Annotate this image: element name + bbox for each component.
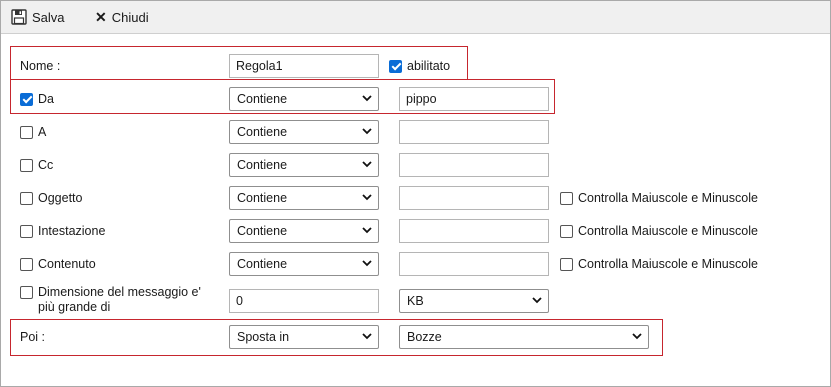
enabled-label: abilitato: [407, 59, 451, 73]
chevron-down-icon: [362, 95, 372, 102]
chevron-down-icon: [362, 128, 372, 135]
cc-operator-value: Contiene: [237, 158, 288, 172]
header-operator-value: Contiene: [237, 224, 288, 238]
header-checkbox[interactable]: [20, 224, 33, 238]
chevron-down-icon: [532, 297, 542, 304]
subject-case-checkbox[interactable]: [560, 191, 573, 205]
chevron-down-icon: [362, 161, 372, 168]
header-value-input[interactable]: [399, 219, 549, 243]
size-value-input[interactable]: 0: [229, 289, 379, 313]
to-label: A: [38, 125, 47, 139]
header-case-label: Controlla Maiuscole e Minuscole: [578, 224, 758, 238]
floppy-disk-icon: [11, 9, 27, 25]
cc-checkbox-row[interactable]: Cc: [20, 158, 53, 172]
enabled-checkbox-row[interactable]: abilitato: [389, 59, 450, 73]
size-unit-select[interactable]: KB: [399, 289, 549, 313]
header-operator-select[interactable]: Contiene: [229, 219, 379, 243]
subject-label: Oggetto: [38, 191, 83, 205]
cc-value-input[interactable]: [399, 153, 549, 177]
header-case-checkbox-row[interactable]: Controlla Maiuscole e Minuscole: [560, 224, 758, 238]
from-checkbox[interactable]: [20, 92, 33, 106]
content-case-label: Controlla Maiuscole e Minuscole: [578, 257, 758, 271]
subject-value-input[interactable]: [399, 186, 549, 210]
content-operator-value: Contiene: [237, 257, 288, 271]
chevron-down-icon: [362, 260, 372, 267]
to-operator-select[interactable]: Contiene: [229, 120, 379, 144]
name-label: Nome :: [20, 59, 61, 73]
chevron-down-icon: [362, 194, 372, 201]
size-checkbox[interactable]: [20, 286, 33, 299]
subject-case-label: Controlla Maiuscole e Minuscole: [578, 191, 758, 205]
size-unit-value: KB: [407, 294, 424, 308]
content-label: Contenuto: [38, 257, 96, 271]
then-action-value: Sposta in: [237, 330, 290, 344]
header-label: Intestazione: [38, 224, 106, 238]
chevron-down-icon: [632, 333, 642, 340]
from-value-input[interactable]: pippo: [399, 87, 549, 111]
subject-checkbox[interactable]: [20, 191, 33, 205]
save-label: Salva: [32, 9, 65, 25]
chevron-down-icon: [362, 333, 372, 340]
close-button[interactable]: ✕ Chiudi: [95, 8, 149, 26]
content-checkbox[interactable]: [20, 257, 33, 271]
subject-checkbox-row[interactable]: Oggetto: [20, 191, 82, 205]
content-case-checkbox[interactable]: [560, 257, 573, 271]
then-folder-value: Bozze: [407, 330, 442, 344]
subject-operator-select[interactable]: Contiene: [229, 186, 379, 210]
to-checkbox-row[interactable]: A: [20, 125, 46, 139]
enabled-checkbox[interactable]: [389, 59, 402, 73]
from-operator-select[interactable]: Contiene: [229, 87, 379, 111]
content-value-input[interactable]: [399, 252, 549, 276]
from-operator-value: Contiene: [237, 92, 288, 106]
cc-label: Cc: [38, 158, 54, 172]
size-label-line1: Dimensione del messaggio e': [38, 285, 201, 299]
to-checkbox[interactable]: [20, 125, 33, 139]
size-label: Dimensione del messaggio e' più grande d…: [38, 285, 201, 315]
close-label: Chiudi: [111, 9, 149, 25]
chevron-down-icon: [362, 227, 372, 234]
subject-operator-value: Contiene: [237, 191, 288, 205]
from-checkbox-row[interactable]: Da: [20, 92, 54, 106]
name-input[interactable]: Regola1: [229, 54, 379, 78]
cc-checkbox[interactable]: [20, 158, 33, 172]
toolbar: Salva ✕ Chiudi: [1, 1, 830, 34]
then-folder-select[interactable]: Bozze: [399, 325, 649, 349]
header-checkbox-row[interactable]: Intestazione: [20, 224, 105, 238]
to-operator-value: Contiene: [237, 125, 288, 139]
size-checkbox-row[interactable]: Dimensione del messaggio e' più grande d…: [20, 285, 201, 315]
save-button[interactable]: Salva: [11, 8, 65, 26]
header-case-checkbox[interactable]: [560, 224, 573, 238]
content-operator-select[interactable]: Contiene: [229, 252, 379, 276]
then-label: Poi :: [20, 330, 46, 344]
content-checkbox-row[interactable]: Contenuto: [20, 257, 96, 271]
to-value-input[interactable]: [399, 120, 549, 144]
close-icon: ✕: [95, 9, 107, 25]
content-case-checkbox-row[interactable]: Controlla Maiuscole e Minuscole: [560, 257, 758, 271]
then-action-select[interactable]: Sposta in: [229, 325, 379, 349]
subject-case-checkbox-row[interactable]: Controlla Maiuscole e Minuscole: [560, 191, 758, 205]
cc-operator-select[interactable]: Contiene: [229, 153, 379, 177]
from-label: Da: [38, 92, 54, 106]
size-label-line2: più grande di: [38, 300, 111, 314]
